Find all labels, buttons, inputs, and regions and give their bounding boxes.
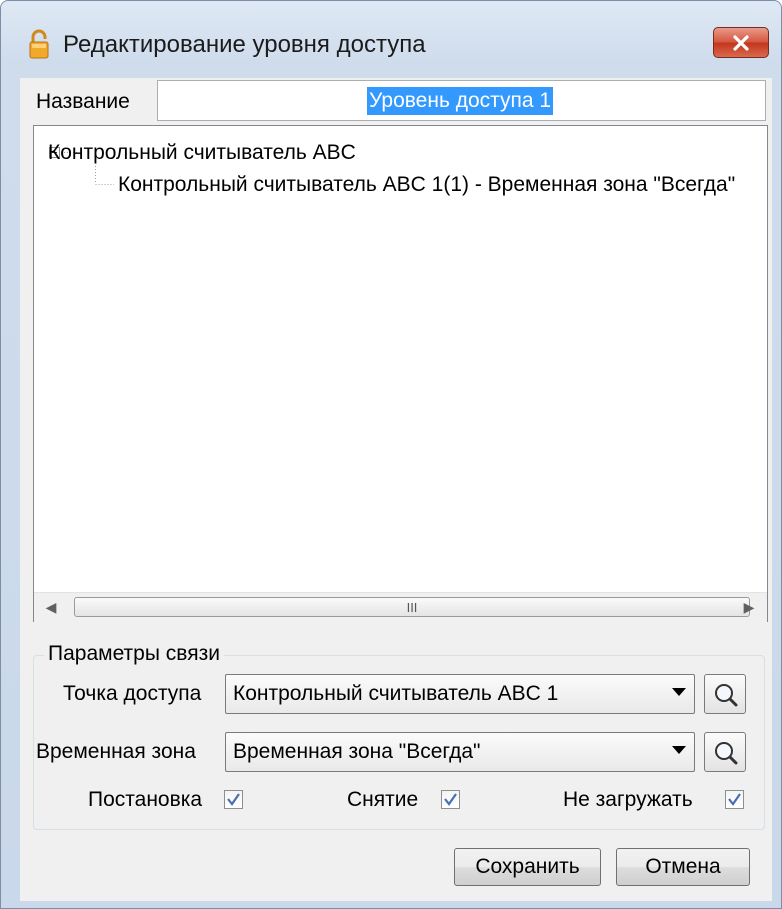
access-tree[interactable] [33, 125, 768, 622]
access-point-search-button[interactable] [704, 674, 746, 714]
name-input[interactable]: Уровень доступа 1 [157, 80, 766, 121]
scroll-left-icon[interactable]: ◀ [36, 593, 66, 622]
tree-root-node[interactable]: Контрольный считыватель ABC [48, 139, 356, 167]
checkmark-icon [227, 793, 240, 806]
close-icon [733, 34, 749, 51]
time-zone-search-button[interactable] [704, 732, 746, 772]
tree-child-node[interactable]: Контрольный считыватель ABC 1(1) - Време… [118, 171, 735, 199]
window-title: Редактирование уровня доступа [63, 31, 426, 58]
scroll-right-icon[interactable]: ▶ [734, 593, 764, 622]
time-zone-value: Временная зона "Всегда" [233, 740, 481, 763]
save-button[interactable]: Сохранить [454, 848, 601, 886]
access-point-select[interactable]: Контрольный считыватель ABC 1 [225, 674, 695, 714]
access-point-label: Точка доступа [63, 682, 202, 705]
checkmark-icon [444, 793, 457, 806]
title-bar[interactable]: Редактирование уровня доступа [1, 1, 781, 83]
chevron-down-icon [672, 688, 686, 696]
disarm-checkbox[interactable] [441, 790, 460, 809]
no-load-checkbox-label: Не загружать [563, 788, 693, 811]
magnifier-icon [715, 742, 738, 765]
unlock-icon [29, 29, 49, 59]
chevron-down-icon [672, 746, 686, 754]
scroll-grip: III [406, 599, 418, 615]
scroll-thumb[interactable]: III [74, 597, 750, 617]
name-input-value: Уровень доступа 1 [367, 87, 554, 115]
arm-checkbox[interactable] [224, 790, 243, 809]
horizontal-scrollbar[interactable]: ◀ III ▶ [34, 592, 767, 622]
checkmark-icon [728, 793, 741, 806]
close-button[interactable] [713, 27, 769, 58]
arm-checkbox-label: Постановка [88, 788, 203, 811]
access-point-value: Контрольный считыватель ABC 1 [233, 682, 559, 705]
link-params-title: Параметры связи [44, 640, 224, 668]
time-zone-select[interactable]: Временная зона "Всегда" [225, 732, 695, 772]
time-zone-label: Временная зона [36, 740, 196, 763]
disarm-checkbox-label: Снятие [347, 788, 419, 811]
name-label: Название [36, 90, 130, 113]
no-load-checkbox[interactable] [725, 790, 744, 809]
cancel-button[interactable]: Отмена [616, 848, 750, 886]
magnifier-icon [715, 684, 738, 707]
